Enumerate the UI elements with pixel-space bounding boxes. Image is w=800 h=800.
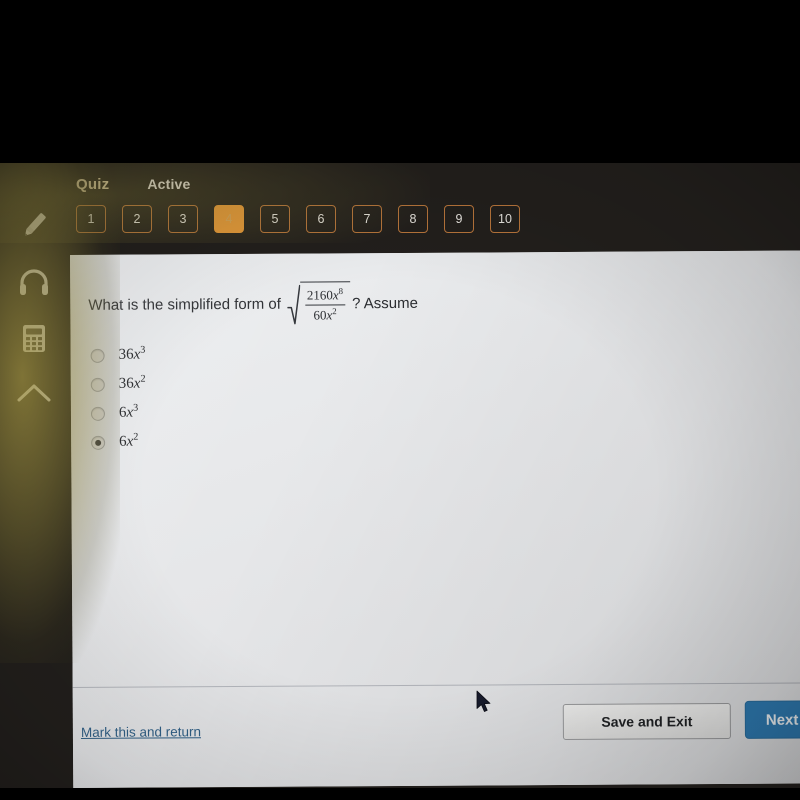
answer-option-3-label: 6x3	[118, 402, 139, 421]
mark-this-and-return-link[interactable]: Mark this and return	[81, 724, 201, 740]
chevron-up-icon[interactable]	[14, 373, 54, 413]
answer-option-1-label: 36x3	[118, 344, 146, 363]
answer-option-4[interactable]: 6x2	[91, 428, 146, 457]
question-nav-item-8[interactable]: 8	[398, 205, 428, 233]
question-nav-item-1[interactable]: 1	[76, 205, 106, 233]
fraction-bar	[304, 304, 346, 306]
fraction-numerator: 2160x8	[306, 285, 344, 303]
next-button[interactable]: Next	[744, 700, 800, 739]
radio-button-4[interactable]	[91, 435, 106, 450]
answer-option-2-label: 36x2	[118, 373, 146, 392]
question-number-nav: 1 2 3 4 5 6 7 8 9 10	[76, 205, 520, 233]
tool-rail	[0, 163, 68, 788]
quiz-header: Quiz Active 1 2 3 4 5 6 7 8 9 10	[68, 171, 800, 255]
question-text-after: ? Assume	[352, 294, 418, 312]
radical-sign-icon	[286, 282, 300, 326]
question-nav-item-7[interactable]: 7	[352, 205, 382, 233]
question-nav-item-10[interactable]: 10	[490, 205, 520, 233]
pencil-icon[interactable]	[14, 205, 54, 245]
question-nav-item-5[interactable]: 5	[260, 205, 290, 233]
answer-option-4-label: 6x2	[119, 431, 139, 450]
calculator-icon[interactable]	[14, 318, 54, 358]
question-card: What is the simplified form of 2160x8 60…	[70, 250, 800, 788]
save-and-exit-button[interactable]: Save and Exit	[562, 702, 731, 740]
headphones-icon[interactable]	[14, 263, 54, 303]
radio-button-3[interactable]	[90, 406, 106, 421]
answer-option-2[interactable]: 36x2	[90, 370, 146, 399]
answer-option-3[interactable]: 6x3	[90, 399, 146, 428]
question-text: What is the simplified form of 2160x8 60…	[88, 281, 418, 327]
question-nav-item-6[interactable]: 6	[306, 205, 336, 233]
quiz-screen: Quiz Active 1 2 3 4 5 6 7 8 9 10 What is…	[0, 163, 800, 788]
answer-option-1[interactable]: 36x3	[90, 341, 146, 370]
fraction: 2160x8 60x2	[299, 281, 351, 326]
question-nav-item-4[interactable]: 4	[214, 205, 244, 233]
radio-button-2[interactable]	[90, 377, 105, 392]
answer-options: 36x3 36x2 6x3 6x2	[90, 341, 146, 457]
square-root-expression: 2160x8 60x2	[286, 281, 351, 326]
question-nav-item-9[interactable]: 9	[444, 205, 474, 233]
quiz-status-label: Active	[147, 176, 191, 192]
quiz-label: Quiz	[76, 176, 110, 193]
quiz-title-row: Quiz Active	[76, 176, 191, 193]
fraction-denominator: 60x2	[313, 306, 337, 323]
question-text-before: What is the simplified form of	[88, 295, 281, 314]
photograph-of-screen: Quiz Active 1 2 3 4 5 6 7 8 9 10 What is…	[0, 0, 800, 800]
radio-button-1[interactable]	[90, 348, 105, 363]
question-nav-item-2[interactable]: 2	[122, 205, 152, 233]
question-nav-item-3[interactable]: 3	[168, 205, 198, 233]
